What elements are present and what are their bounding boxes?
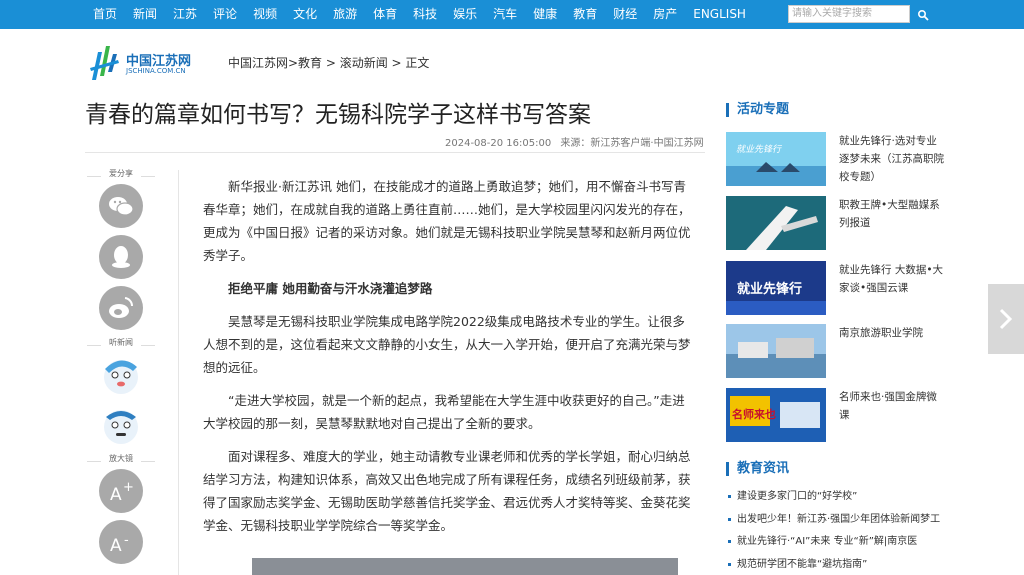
promo-image[interactable]: 就业先锋行 [726, 261, 826, 315]
site-logo[interactable]: 中国江苏网 JSCHINA.COM.CN [88, 42, 208, 82]
top-nav: 首页 新闻 江苏 评论 视频 文化 旅游 体育 科技 娱乐 汽车 健康 教育 财… [0, 0, 1024, 29]
news-item[interactable]: 规范研学团不能靠“避坑指南” [728, 555, 867, 570]
qq-icon[interactable] [99, 235, 143, 279]
nav-item[interactable]: 娱乐 [445, 0, 485, 29]
promo-image[interactable]: 名师来也 [726, 388, 826, 442]
article-subheading: 拒绝平庸 她用勤奋与汗水浇灌追梦路 [228, 281, 433, 296]
nav-item[interactable]: 江苏 [165, 0, 205, 29]
nav-item[interactable]: 体育 [365, 0, 405, 29]
next-article-button[interactable] [988, 284, 1024, 354]
promo-image-text: 就业先锋行 [737, 281, 802, 297]
nav-item[interactable]: 科技 [405, 0, 445, 29]
edu-news-heading: 教育资讯 [726, 462, 789, 476]
share-label: 爱分享 [85, 168, 157, 184]
nav-item[interactable]: 房产 [645, 0, 685, 29]
nav-item[interactable]: 教育 [565, 0, 605, 29]
nav-item[interactable]: 旅游 [325, 0, 365, 29]
zoom-label: 放大镜 [85, 453, 157, 469]
weibo-icon[interactable] [99, 286, 143, 330]
article-body: 新华报业·新江苏讯 她们，在技能成才的道路上勇敢追梦；她们，用不懈奋斗书写青春华… [203, 175, 695, 547]
promo-link[interactable]: 职教王牌•大型融媒系列报道 [839, 196, 944, 232]
promo-link[interactable]: 就业先锋行 大数据•大家谈•强国云课 [839, 261, 944, 297]
nav-item[interactable]: 健康 [525, 0, 565, 29]
svg-text:A: A [110, 536, 122, 556]
svg-text:-: - [124, 533, 129, 548]
breadcrumb[interactable]: 中国江苏网>教育 > 滚动新闻 > 正文 [228, 54, 429, 71]
chevron-right-icon [999, 308, 1013, 330]
listen-female-voice-icon[interactable] [99, 353, 143, 397]
promo-image-text: 名师来也 [732, 407, 776, 421]
nav-item[interactable]: 首页 [85, 0, 125, 29]
search-icon[interactable] [917, 9, 929, 21]
promo-image[interactable]: 就业先锋行 [726, 132, 826, 186]
share-column: 爱分享 听新闻 放大镜 A + A - [85, 168, 157, 571]
nav-item[interactable]: 评论 [205, 0, 245, 29]
activity-heading: 活动专题 [726, 103, 789, 117]
article-paragraph: 面对课程多、难度大的学业，她主动请教专业课老师和优秀的学长学姐，耐心归纳总结学习… [203, 449, 691, 533]
wechat-icon[interactable] [99, 184, 143, 228]
promo-image-text: 就业先锋行 [736, 144, 783, 155]
svg-text:A: A [110, 485, 122, 505]
promo-link[interactable]: 南京旅游职业学院 [839, 324, 944, 342]
nav-item[interactable]: 财经 [605, 0, 645, 29]
article-paragraph: 吴慧琴是无锡科技职业学院集成电路学院2022级集成电路技术专业的学生。让很多人想… [203, 314, 691, 375]
nav-item[interactable]: 文化 [285, 0, 325, 29]
listen-male-voice-icon[interactable] [99, 403, 143, 447]
article-title: 青春的篇章如何书写？无锡科院学子这样书写答案 [85, 102, 591, 128]
nav-item[interactable]: 视频 [245, 0, 285, 29]
article-paragraph: 新华报业·新江苏讯 她们，在技能成才的道路上勇敢追梦；她们，用不懈奋斗书写青春华… [203, 179, 691, 263]
nav-item[interactable]: ENGLISH [685, 0, 754, 29]
search-input[interactable]: 请输入关键字搜索 [788, 5, 910, 23]
divider [85, 152, 705, 153]
article-paragraph: “走进大学校园，就是一个新的起点，我希望能在大学生涯中收获更好的自己。”走进大学… [203, 393, 685, 431]
news-item[interactable]: 建设更多家门口的“好学校” [728, 487, 857, 502]
nav-item[interactable]: 新闻 [125, 0, 165, 29]
news-item[interactable]: 就业先锋行·“AI”未来 专业“新”解|南京医 [728, 532, 917, 547]
promo-link[interactable]: 名师来也·强国金牌微课 [839, 388, 944, 424]
divider [178, 170, 179, 575]
article-time: 2024-08-20 16:05:00 [445, 138, 552, 149]
font-shrink-icon[interactable]: A - [99, 520, 143, 564]
promo-image[interactable] [726, 196, 826, 250]
article-source: 来源：新江苏客户端·中国江苏网 [560, 138, 704, 149]
listen-label: 听新闻 [85, 337, 157, 353]
logo-domain: JSCHINA.COM.CN [126, 67, 186, 75]
news-item[interactable]: 出发吧少年！新江苏·强国少年团体验新闻梦工 [728, 510, 940, 525]
nav-item[interactable]: 汽车 [485, 0, 525, 29]
svg-text:+: + [123, 480, 134, 495]
article-photo [252, 558, 678, 575]
nav-links: 首页 新闻 江苏 评论 视频 文化 旅游 体育 科技 娱乐 汽车 健康 教育 财… [85, 0, 754, 29]
article-meta: 2024-08-20 16:05:00 来源：新江苏客户端·中国江苏网 [445, 134, 710, 149]
logo-mark-icon [90, 46, 119, 80]
font-enlarge-icon[interactable]: A + [99, 469, 143, 513]
promo-link[interactable]: 就业先锋行·选对专业逐梦未来（江苏高职院校专题） [839, 132, 944, 186]
promo-image[interactable] [726, 324, 826, 378]
